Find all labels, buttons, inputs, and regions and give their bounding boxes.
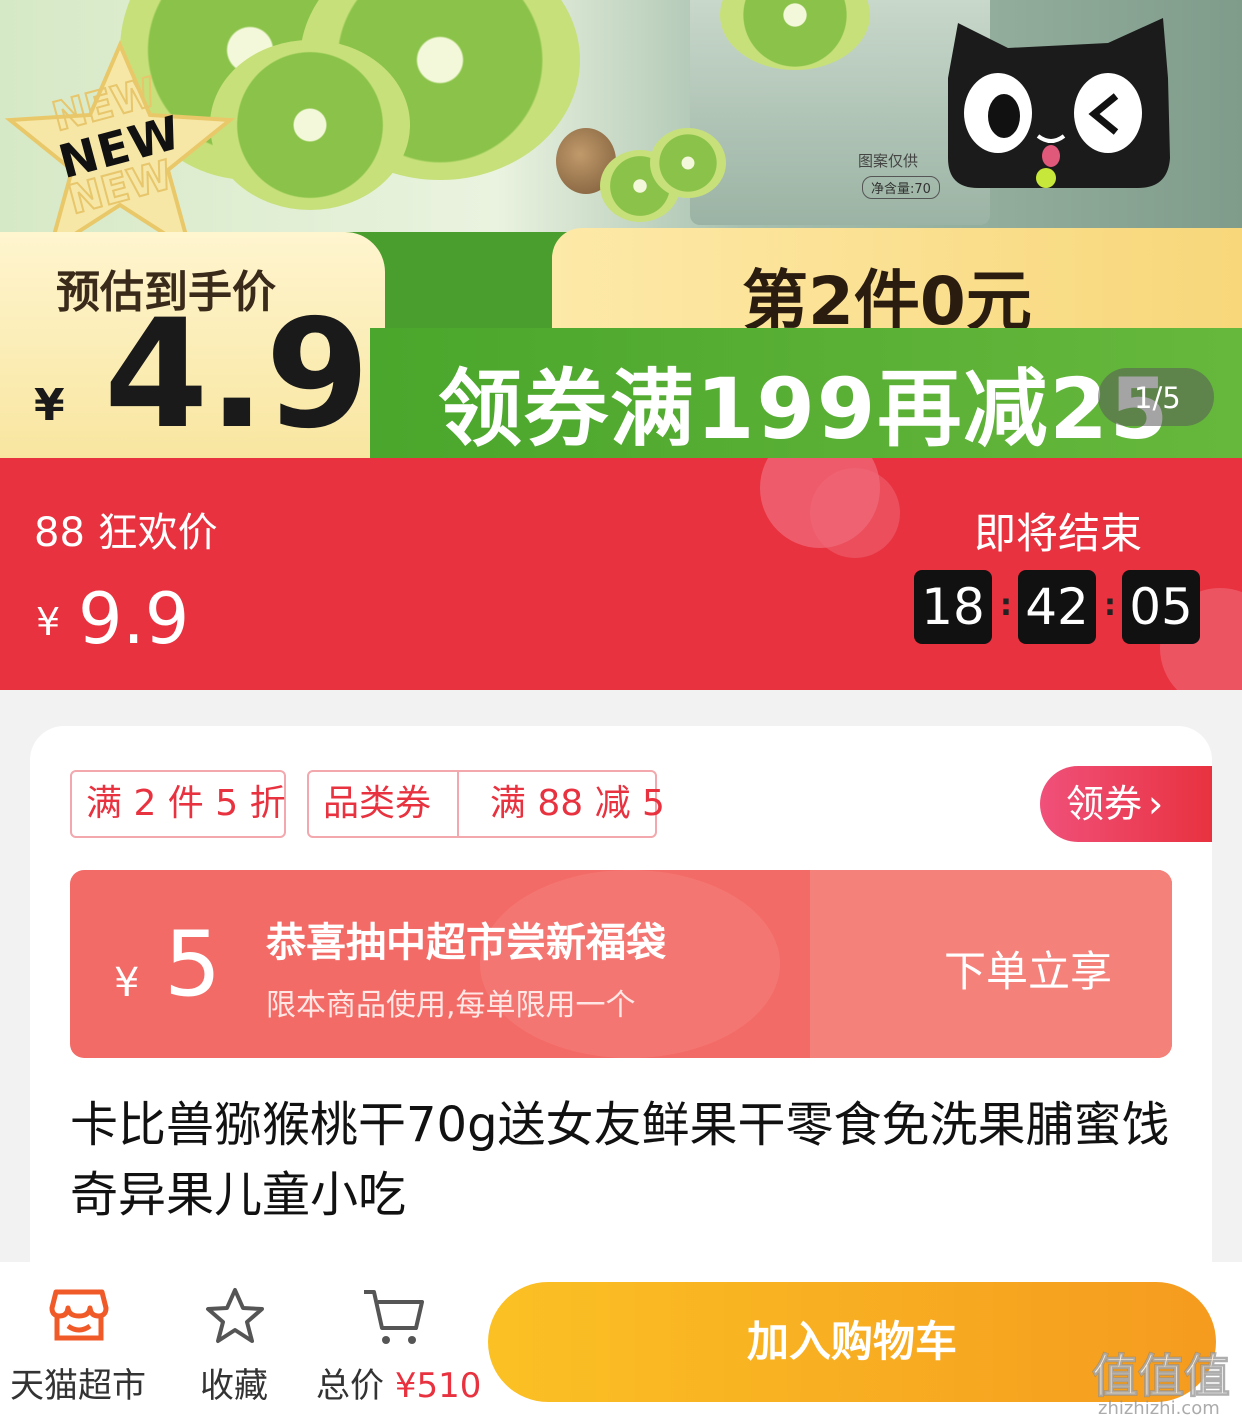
package-disclaimer: 图案仅供 [858,152,919,170]
chevron-right-icon: › [1148,782,1164,826]
cart-icon [364,1290,424,1344]
promo-price-label: 88 狂欢价 [34,510,218,556]
category-coupon-label: 品类券 [323,783,432,824]
lucky-bag-subtitle: 限本商品使用,每单限用一个 [266,988,636,1023]
watermark-logo: 值值值 [1092,1349,1231,1404]
lucky-bag-amount: 5 [164,912,222,1017]
lucky-bag-currency: ¥ [114,960,140,1006]
favorite-label: 收藏 [200,1366,268,1406]
lucky-bag-title: 恭喜抽中超市尝新福袋 [266,920,666,966]
countdown-separator: : [1104,588,1116,623]
star-icon [206,1288,264,1343]
flower-decoration [810,468,900,558]
countdown-minutes: 42 [1018,570,1096,644]
total-price-label: 总价 ¥510 [316,1358,481,1407]
promo-price-currency: ¥ [36,600,61,644]
carousel-page-text: 1/5 [1134,381,1181,415]
countdown-separator: : [1000,588,1012,623]
discount-tag[interactable]: 满 2 件 5 折 [70,770,286,838]
store-icon [49,1289,109,1341]
store-nav-label: 天猫超市 [10,1366,146,1406]
category-coupon-value: 满 88 减 5 [489,783,665,824]
tag-divider [457,771,459,837]
kiwi-slice-image [210,40,410,210]
countdown-hours: 18 [914,570,992,644]
tmall-cat-mascot-icon [948,18,1170,188]
estimated-price-value: 4.9 [104,288,370,462]
product-title: 卡比兽猕猴桃干70g送女友鲜果干零食免洗果脯蜜饯奇异果儿童小吃 [70,1097,1170,1223]
coupon-offer-text: 领券满199再减25 [438,360,1171,458]
category-coupon-tag[interactable]: 品类券 满 88 减 5 [307,770,665,838]
total-price-value: ¥510 [394,1366,482,1406]
total-label: 总价 [316,1366,384,1406]
estimated-price-currency: ¥ [34,380,65,431]
kiwi-half-image [650,128,726,198]
watermark-url: zhizhizhi.com [1098,1398,1220,1419]
promo-price-value: 9.9 [78,578,190,660]
lucky-bag-cta[interactable]: 下单立享 [944,938,1112,999]
ending-soon-label: 即将结束 [974,509,1143,558]
countdown-seconds: 05 [1122,570,1200,644]
get-coupon-button[interactable]: 领券 › [1040,766,1212,842]
get-coupon-label: 领券 [1066,782,1143,826]
package-weight-tag: 净含量:70 [862,176,940,199]
